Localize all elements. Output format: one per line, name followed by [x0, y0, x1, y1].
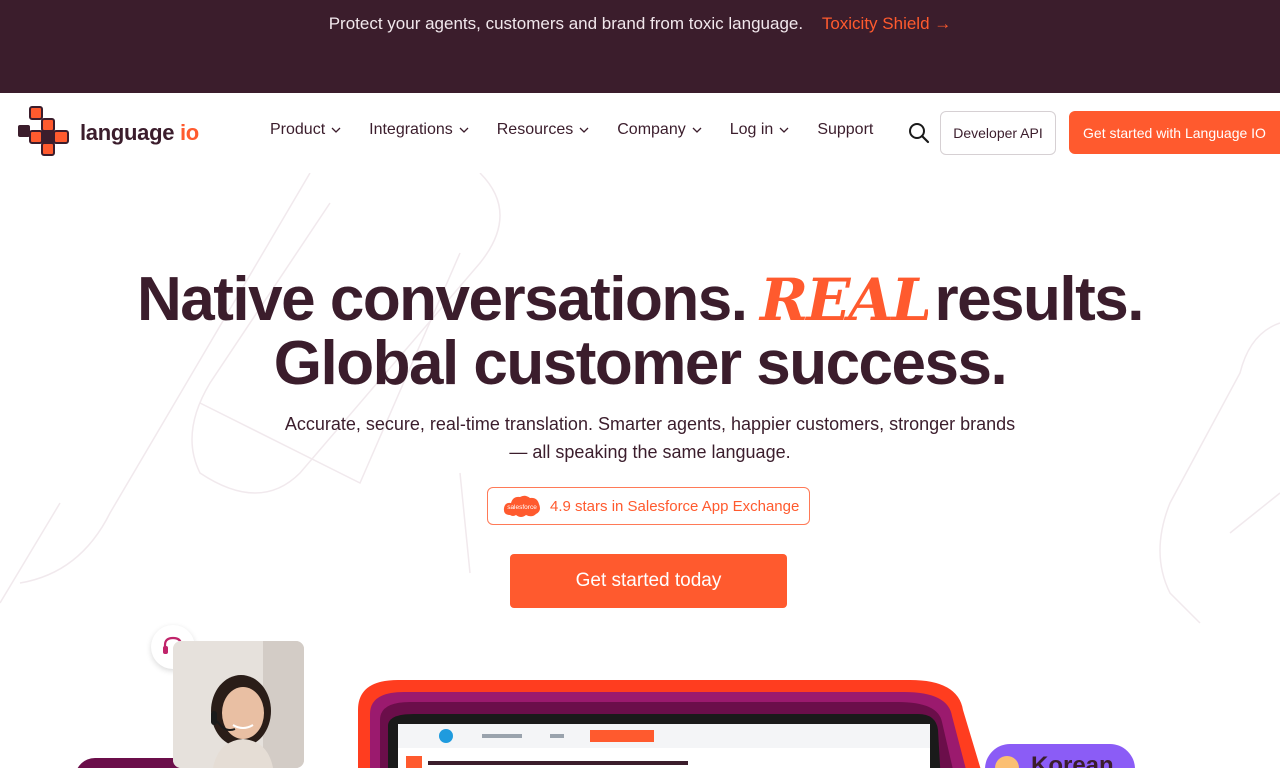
nav-item-label: Integrations	[369, 121, 453, 138]
salesforce-rating-badge[interactable]: salesforce 4.9 stars in Salesforce App E…	[487, 487, 810, 525]
announcement-text: Protect your agents, customers and brand…	[328, 14, 804, 33]
search-icon[interactable]	[906, 120, 932, 146]
main-nav: language io Product Integrations Resourc…	[0, 93, 1280, 173]
agent-image	[173, 641, 304, 768]
korean-label: Korean	[1031, 752, 1114, 768]
salesforce-cloud-icon: salesforce	[503, 495, 540, 517]
korean-flag-icon	[995, 756, 1019, 768]
subtitle-line2: — all speaking the same language.	[509, 442, 791, 462]
nav-item-login[interactable]: Log in	[730, 121, 790, 139]
chevron-down-icon	[331, 127, 341, 133]
logo[interactable]: language io	[16, 105, 199, 161]
chevron-down-icon	[459, 127, 469, 133]
nav-item-support[interactable]: Support	[817, 121, 873, 139]
developer-api-button[interactable]: Developer API	[940, 111, 1056, 155]
get-started-today-button[interactable]: Get started today	[510, 554, 787, 608]
nav-item-resources[interactable]: Resources	[497, 121, 589, 139]
real-script-text: REAL	[758, 266, 928, 334]
nav-item-label: Company	[617, 121, 686, 138]
announcement-bar: Protect your agents, customers and brand…	[0, 0, 1280, 93]
toxicity-shield-link[interactable]: Toxicity Shield →	[822, 14, 951, 33]
laptop-screen-preview	[358, 680, 981, 768]
nav-item-label: Product	[270, 121, 326, 138]
get-started-nav-button[interactable]: Get started with Language IO	[1069, 111, 1280, 154]
chevron-down-icon	[579, 127, 589, 133]
nav-menu: Product Integrations Resources Company L…	[270, 121, 901, 139]
nav-item-integrations[interactable]: Integrations	[369, 121, 469, 139]
salesforce-logo-text: salesforce	[507, 504, 537, 511]
nav-item-company[interactable]: Company	[617, 121, 702, 139]
chevron-down-icon	[692, 127, 702, 133]
hero-headline-line2: Global customer success.	[273, 329, 1008, 398]
logo-wordmark: language	[80, 120, 175, 145]
nav-item-product[interactable]: Product	[270, 121, 341, 139]
logo-io: io	[180, 120, 199, 145]
hero-subtitle: Accurate, secure, real-time translation.…	[240, 410, 1060, 466]
nav-item-label: Support	[817, 121, 874, 138]
chevron-down-icon	[779, 127, 789, 133]
agent-photo	[173, 641, 304, 768]
language-pill-korean: Korean	[985, 744, 1135, 768]
nav-item-label: Log in	[729, 121, 774, 138]
language-io-logo-icon	[18, 106, 69, 156]
nav-item-label: Resources	[496, 121, 574, 138]
subtitle-line1: Accurate, secure, real-time translation.…	[284, 414, 1016, 434]
page: Protect your agents, customers and brand…	[0, 0, 1280, 768]
badge-text: 4.9 stars in Salesforce App Exchange	[550, 497, 800, 515]
